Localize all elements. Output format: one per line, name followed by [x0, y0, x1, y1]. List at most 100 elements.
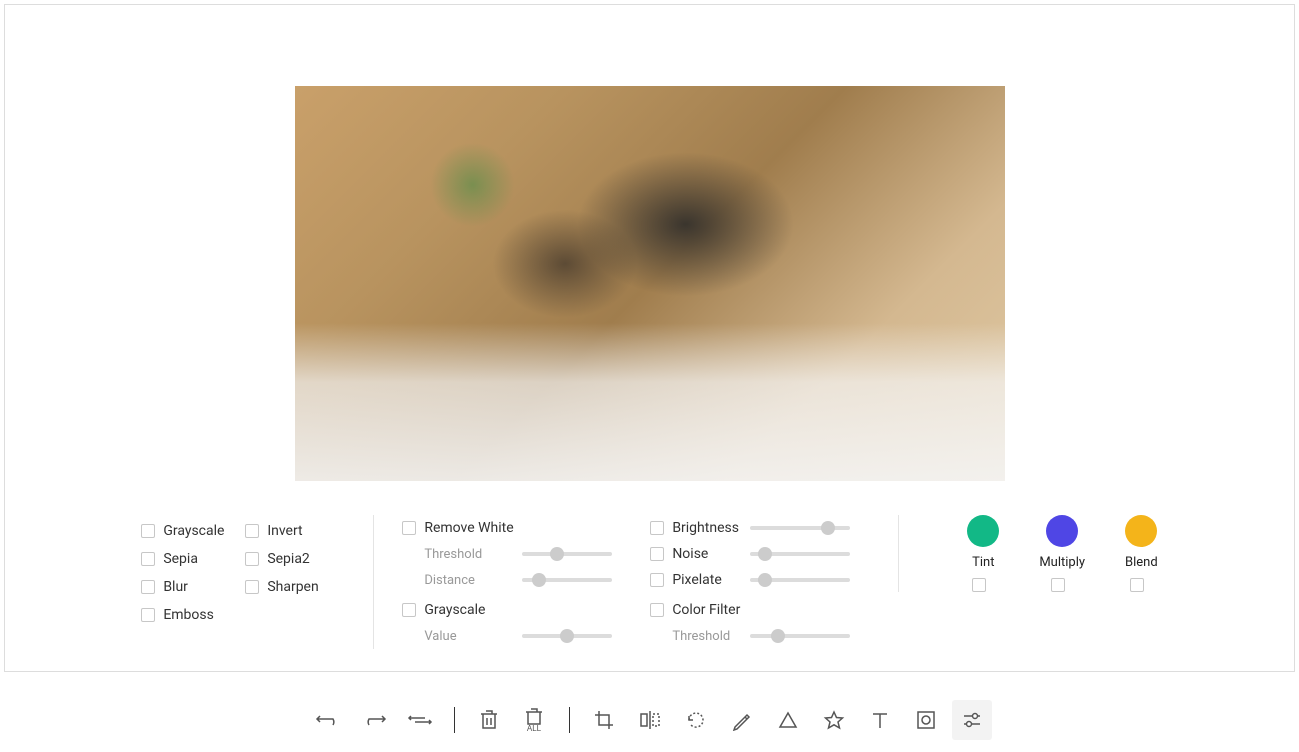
- label-grayscale2: Grayscale: [424, 602, 485, 618]
- delete-all-button[interactable]: ALL: [515, 700, 555, 740]
- label-invert: Invert: [267, 523, 302, 539]
- filter-panel: Grayscale Sepia Blur Emboss: [5, 501, 1294, 671]
- bottom-toolbar: ALL: [0, 690, 1299, 750]
- filter-sharpen[interactable]: Sharpen: [245, 575, 345, 599]
- checkbox-blend[interactable]: [1130, 578, 1144, 592]
- delete-all-icon: ALL: [523, 707, 547, 733]
- flip-icon: [638, 709, 662, 731]
- crop-icon: [593, 709, 615, 731]
- slider-thumb[interactable]: [821, 521, 835, 535]
- label-noise: Noise: [672, 546, 708, 562]
- separator: [569, 707, 570, 733]
- delete-button[interactable]: [469, 700, 509, 740]
- shape-icon: [777, 709, 799, 731]
- filter-sepia[interactable]: Sepia: [141, 547, 241, 571]
- blend-group: Blend: [1125, 515, 1158, 592]
- checkbox-multiply[interactable]: [1051, 578, 1065, 592]
- slider-brightness[interactable]: [750, 526, 850, 530]
- reset-button[interactable]: [400, 700, 440, 740]
- filter-icon: [961, 709, 983, 731]
- text-button[interactable]: [860, 700, 900, 740]
- reset-icon: [407, 710, 433, 730]
- slider-remove-white-threshold[interactable]: [522, 552, 612, 556]
- filter-emboss[interactable]: Emboss: [141, 603, 241, 627]
- label-cf-threshold: Threshold: [650, 629, 750, 644]
- svg-text:ALL: ALL: [526, 724, 541, 733]
- slider-pixelate[interactable]: [750, 578, 850, 582]
- sample-image[interactable]: [295, 86, 1005, 481]
- filter-grayscale[interactable]: Grayscale: [141, 519, 241, 543]
- slider-thumb[interactable]: [758, 573, 772, 587]
- separator: [454, 707, 455, 733]
- checkbox-emboss[interactable]: [141, 608, 155, 622]
- label-value: Value: [402, 629, 522, 644]
- label-blur: Blur: [163, 579, 188, 595]
- delete-icon: [478, 708, 500, 732]
- label-brightness: Brightness: [672, 520, 739, 536]
- color-filters: Tint Multiply Blend: [898, 515, 1185, 592]
- label-pixelate: Pixelate: [672, 572, 722, 588]
- icon-button[interactable]: [814, 700, 854, 740]
- label-distance: Distance: [402, 573, 522, 588]
- checkbox-sharpen[interactable]: [245, 580, 259, 594]
- redo-button[interactable]: [354, 700, 394, 740]
- blend-label: Blend: [1125, 555, 1158, 570]
- checkbox-remove-white[interactable]: [402, 521, 416, 535]
- undo-icon: [315, 710, 341, 730]
- rotate-button[interactable]: [676, 700, 716, 740]
- slider-filters: Remove White Threshold Distance: [373, 515, 898, 649]
- label-threshold: Threshold: [402, 547, 522, 562]
- label-color-filter: Color Filter: [672, 602, 740, 618]
- editor-frame: Grayscale Sepia Blur Emboss: [4, 4, 1295, 672]
- flip-button[interactable]: [630, 700, 670, 740]
- checkbox-invert[interactable]: [245, 524, 259, 538]
- label-sepia: Sepia: [163, 551, 198, 567]
- multiply-swatch[interactable]: [1046, 515, 1078, 547]
- tint-group: Tint: [967, 515, 999, 592]
- slider-thumb[interactable]: [758, 547, 772, 561]
- slider-thumb[interactable]: [560, 629, 574, 643]
- star-icon: [823, 709, 845, 731]
- filter-button[interactable]: [952, 700, 992, 740]
- draw-button[interactable]: [722, 700, 762, 740]
- rotate-icon: [685, 709, 707, 731]
- undo-button[interactable]: [308, 700, 348, 740]
- tint-label: Tint: [972, 555, 994, 570]
- slider-thumb[interactable]: [771, 629, 785, 643]
- blend-swatch[interactable]: [1125, 515, 1157, 547]
- shape-button[interactable]: [768, 700, 808, 740]
- mask-icon: [915, 709, 937, 731]
- label-sharpen: Sharpen: [267, 579, 318, 595]
- canvas-area[interactable]: [5, 5, 1294, 501]
- multiply-label: Multiply: [1039, 555, 1085, 570]
- redo-icon: [361, 710, 387, 730]
- checkbox-sepia[interactable]: [141, 552, 155, 566]
- checkbox-color-filter[interactable]: [650, 603, 664, 617]
- slider-thumb[interactable]: [550, 547, 564, 561]
- checkbox-noise[interactable]: [650, 547, 664, 561]
- slider-color-filter-threshold[interactable]: [750, 634, 850, 638]
- slider-remove-white-distance[interactable]: [522, 578, 612, 582]
- checkbox-grayscale[interactable]: [141, 524, 155, 538]
- checkbox-pixelate[interactable]: [650, 573, 664, 587]
- label-emboss: Emboss: [163, 607, 214, 623]
- simple-filters: Grayscale Sepia Blur Emboss: [113, 515, 373, 631]
- filter-blur[interactable]: Blur: [141, 575, 241, 599]
- slider-thumb[interactable]: [532, 573, 546, 587]
- slider-grayscale-value[interactable]: [522, 634, 612, 638]
- text-icon: [869, 709, 891, 731]
- checkbox-blur[interactable]: [141, 580, 155, 594]
- label-remove-white: Remove White: [424, 520, 513, 536]
- checkbox-sepia2[interactable]: [245, 552, 259, 566]
- filter-sepia2[interactable]: Sepia2: [245, 547, 345, 571]
- mask-button[interactable]: [906, 700, 946, 740]
- checkbox-tint[interactable]: [972, 578, 986, 592]
- filter-invert[interactable]: Invert: [245, 519, 345, 543]
- tint-swatch[interactable]: [967, 515, 999, 547]
- label-sepia2: Sepia2: [267, 551, 310, 567]
- multiply-group: Multiply: [1039, 515, 1085, 592]
- checkbox-brightness[interactable]: [650, 521, 664, 535]
- slider-noise[interactable]: [750, 552, 850, 556]
- crop-button[interactable]: [584, 700, 624, 740]
- checkbox-grayscale2[interactable]: [402, 603, 416, 617]
